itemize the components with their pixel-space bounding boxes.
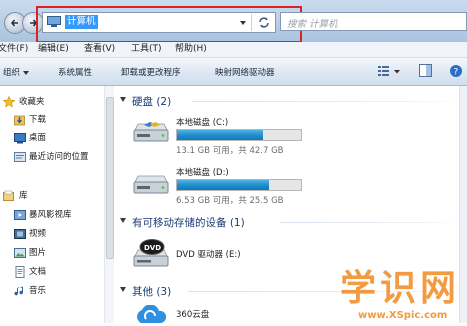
group-title: 硬盘 (2) xyxy=(132,96,172,108)
nav-item-label: 暴风影视库 xyxy=(29,210,72,220)
dvd-drive[interactable]: DVD DVD 驱动器 (E:) xyxy=(132,236,332,276)
map-network-drive-button[interactable]: 映射网络驱动器 xyxy=(215,66,275,78)
arrow-left-icon xyxy=(10,19,18,27)
drive-usage-fill xyxy=(177,130,263,140)
nav-scrollbar[interactable] xyxy=(104,86,114,323)
group-divider xyxy=(280,222,460,223)
desktop-icon xyxy=(14,133,26,144)
drive-space-info: 13.1 GB 可用，共 42.7 GB xyxy=(176,146,284,156)
film-icon xyxy=(14,229,26,239)
documents-icon xyxy=(15,266,25,278)
address-toolbar: 计算机 搜索 计算机 xyxy=(0,0,467,43)
nav-item-baofeng-library[interactable]: 暴风影视库 xyxy=(0,208,104,222)
nav-libraries-label: 库 xyxy=(19,191,28,201)
watermark-logo: 学识网 www.XSpic.com xyxy=(330,260,467,323)
downloads-folder-icon xyxy=(14,115,25,126)
view-options-button[interactable] xyxy=(378,65,402,78)
nav-item-pictures[interactable]: 图片 xyxy=(0,246,104,260)
collapse-arrow-icon[interactable] xyxy=(120,287,126,292)
collapse-arrow-icon[interactable] xyxy=(120,218,126,223)
nav-item-label: 视频 xyxy=(29,229,47,239)
drive-c[interactable]: 本地磁盘 (C:) 13.1 GB 可用，共 42.7 GB xyxy=(132,116,332,156)
nav-item-label: 下载 xyxy=(29,115,47,125)
recent-places-icon xyxy=(14,152,26,162)
search-placeholder: 搜索 计算机 xyxy=(287,19,338,30)
nav-item-label: 文档 xyxy=(29,267,47,277)
nav-scrollbar-thumb[interactable] xyxy=(106,97,114,259)
organize-button[interactable]: 组织 xyxy=(3,66,30,78)
nav-item-music[interactable]: 音乐 xyxy=(0,284,104,298)
group-divider xyxy=(192,101,460,102)
nav-item-label: 图片 xyxy=(29,248,47,258)
svg-text:DVD: DVD xyxy=(144,244,161,252)
nav-item-documents[interactable]: 文档 xyxy=(0,265,104,279)
nav-item-downloads[interactable]: 下载 xyxy=(0,113,104,127)
group-removable-storage[interactable]: 有可移动存储的设备 (1) xyxy=(120,214,460,230)
hard-drive-icon xyxy=(133,175,169,194)
menu-view[interactable]: 查看(V) xyxy=(84,43,115,56)
drive-usage-fill xyxy=(177,180,269,190)
watermark-url: www.XSpic.com xyxy=(358,310,447,321)
pictures-icon xyxy=(14,248,26,258)
help-button[interactable]: ? xyxy=(449,64,463,78)
svg-text:?: ? xyxy=(454,68,459,78)
item-name: 360云盘 xyxy=(176,310,210,320)
video-library-icon xyxy=(14,210,26,220)
help-icon: ? xyxy=(450,65,462,78)
nav-item-label: 桌面 xyxy=(29,133,47,143)
nav-item-videos[interactable]: 视频 xyxy=(0,227,104,241)
drive-space-info: 6.53 GB 可用，共 25.5 GB xyxy=(176,196,284,206)
nav-favorites[interactable]: 收藏夹 xyxy=(0,95,104,109)
nav-libraries[interactable]: 库 xyxy=(0,189,104,203)
highlight-box xyxy=(36,6,302,43)
group-title: 有可移动存储的设备 (1) xyxy=(132,217,245,229)
watermark-title: 学识网 xyxy=(340,267,460,309)
watermark-text-graphic: 学识网 www.XSpic.com xyxy=(340,267,460,321)
cloud-icon xyxy=(137,305,167,323)
navigation-pane: 收藏夹 下载 桌面 最近访问的位置 库 暴风影视库 视频 图片 文档 音乐 xyxy=(0,86,114,323)
search-box[interactable]: 搜索 计算机 xyxy=(280,12,467,31)
preview-pane-button[interactable] xyxy=(419,64,433,78)
menu-edit[interactable]: 编辑(E) xyxy=(38,43,69,56)
group-hard-disks[interactable]: 硬盘 (2) xyxy=(120,93,460,109)
item-360-cloud[interactable]: 360云盘 xyxy=(132,305,332,323)
nav-item-desktop[interactable]: 桌面 xyxy=(0,131,104,145)
menu-bar: 文件(F) 编辑(E) 查看(V) 工具(T) 帮助(H) xyxy=(0,42,467,58)
menu-tools[interactable]: 工具(T) xyxy=(131,43,162,56)
preview-pane-icon xyxy=(419,64,432,77)
collapse-arrow-icon[interactable] xyxy=(120,97,126,102)
nav-favorites-label: 收藏夹 xyxy=(19,97,45,107)
command-bar: 组织 系统属性 卸载或更改程序 映射网络驱动器 ? xyxy=(0,58,467,86)
library-icon xyxy=(3,190,14,201)
music-icon xyxy=(14,286,24,296)
hard-drive-icon xyxy=(133,122,169,142)
group-title: 其他 (3) xyxy=(132,286,172,298)
nav-item-recent-places[interactable]: 最近访问的位置 xyxy=(0,150,104,164)
uninstall-program-button[interactable]: 卸载或更改程序 xyxy=(121,66,181,78)
dvd-drive-name: DVD 驱动器 (E:) xyxy=(176,250,241,260)
nav-item-label: 音乐 xyxy=(29,286,47,296)
drive-d[interactable]: 本地磁盘 (D:) 6.53 GB 可用，共 25.5 GB xyxy=(132,166,332,206)
menu-help[interactable]: 帮助(H) xyxy=(175,43,207,56)
system-properties-button[interactable]: 系统属性 xyxy=(58,66,92,78)
drive-usage-bar xyxy=(176,129,302,141)
organize-label: 组织 xyxy=(3,68,21,78)
menu-file[interactable]: 文件(F) xyxy=(0,43,28,56)
dvd-drive-icon: DVD xyxy=(133,239,169,267)
drive-name: 本地磁盘 (C:) xyxy=(176,118,229,128)
chevron-down-icon xyxy=(23,70,30,75)
nav-item-label: 最近访问的位置 xyxy=(29,152,89,162)
star-icon xyxy=(3,96,15,108)
drive-name: 本地磁盘 (D:) xyxy=(176,168,229,178)
view-list-icon xyxy=(378,66,400,76)
drive-usage-bar xyxy=(176,179,302,191)
